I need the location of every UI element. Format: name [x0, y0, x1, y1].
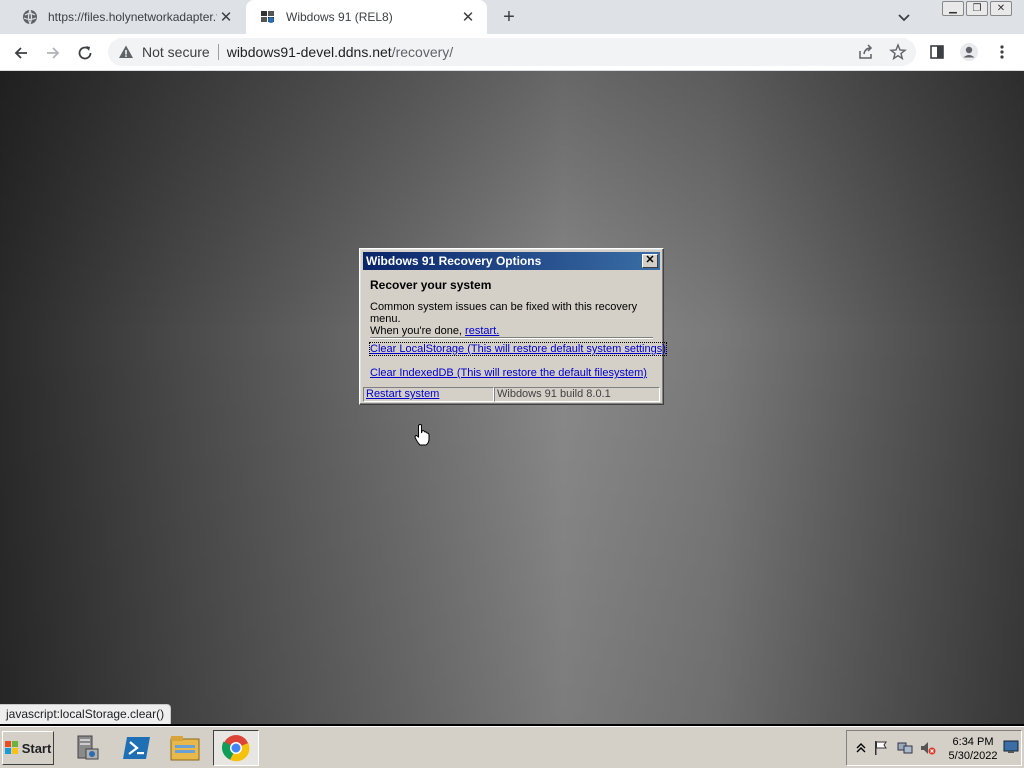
- forward-button[interactable]: [40, 40, 66, 66]
- url-path: /recovery/: [391, 44, 454, 60]
- clear-indexeddb-link[interactable]: Clear IndexedDB (This will restore the d…: [370, 367, 647, 379]
- dialog-title: Wibdows 91 Recovery Options: [366, 254, 542, 268]
- close-tab-icon[interactable]: ✕: [217, 8, 235, 26]
- reload-icon: [78, 46, 92, 60]
- side-panel-icon[interactable]: [926, 41, 948, 63]
- windows-taskbar: Start 6:34 PM 5/30/2022: [0, 726, 1024, 768]
- tab-strip: https://files.holynetworkadapter.fun ✕ W…: [0, 0, 1024, 34]
- profile-avatar-icon[interactable]: [958, 41, 980, 63]
- security-label[interactable]: Not secure: [142, 44, 210, 60]
- dialog-titlebar[interactable]: Wibdows 91 Recovery Options ✕: [363, 252, 660, 270]
- close-tab-icon[interactable]: ✕: [459, 8, 477, 26]
- window-controls: ▁ ❐ ✕: [942, 1, 1012, 16]
- wibdows-logo-icon: [260, 9, 276, 25]
- flag-icon[interactable]: [873, 740, 889, 756]
- system-tray: 6:34 PM 5/30/2022: [846, 730, 1022, 766]
- restore-button[interactable]: ❐: [966, 1, 988, 16]
- dialog-footer: Restart system Wibdows 91 build 8.0.1: [363, 387, 660, 402]
- volume-muted-icon[interactable]: [920, 740, 936, 756]
- new-tab-button[interactable]: +: [497, 6, 521, 28]
- address-bar[interactable]: Not secure wibdows91-devel.ddns.net/reco…: [108, 38, 916, 66]
- url-host: wibdows91-devel.ddns.net: [226, 44, 392, 60]
- tab-files[interactable]: https://files.holynetworkadapter.fun ✕: [8, 0, 245, 34]
- restart-system-link[interactable]: Restart system: [366, 388, 439, 400]
- dialog-close-button[interactable]: ✕: [642, 254, 658, 268]
- warning-icon[interactable]: [118, 44, 134, 60]
- dialog-divider: [370, 337, 653, 339]
- start-label: Start: [21, 740, 52, 756]
- clock[interactable]: 6:34 PM 5/30/2022: [943, 735, 1003, 763]
- back-arrow-icon: [14, 47, 27, 59]
- clock-date: 5/30/2022: [948, 750, 998, 762]
- build-info: Wibdows 91 build 8.0.1: [494, 387, 660, 402]
- recovery-dialog: Wibdows 91 Recovery Options ✕ Recover yo…: [359, 248, 667, 405]
- globe-icon: [22, 9, 38, 25]
- reload-button[interactable]: [72, 40, 98, 66]
- chevron-down-icon[interactable]: [895, 9, 913, 27]
- tab-title: Wibdows 91 (REL8): [286, 10, 393, 24]
- close-window-button[interactable]: ✕: [990, 1, 1012, 16]
- minimize-button[interactable]: ▁: [942, 1, 964, 16]
- start-button[interactable]: Start: [2, 731, 54, 765]
- forward-arrow-icon: [47, 47, 60, 59]
- status-bubble: javascript:localStorage.clear(): [0, 704, 172, 724]
- bookmark-star-icon[interactable]: [887, 41, 909, 63]
- clear-localstorage-link[interactable]: Clear LocalStorage (This will restore de…: [369, 342, 667, 356]
- show-desktop-icon[interactable]: [1003, 739, 1019, 755]
- show-hidden-icons-chevron-icon[interactable]: [853, 740, 869, 756]
- powershell-icon[interactable]: [114, 730, 160, 766]
- back-button[interactable]: [8, 40, 34, 66]
- windows-logo-icon: [4, 741, 18, 754]
- body-line-1: Common system issues can be fixed with t…: [370, 301, 638, 325]
- network-icon[interactable]: [897, 740, 913, 756]
- restart-link[interactable]: restart.: [465, 325, 499, 337]
- tab-title: https://files.holynetworkadapter.fun: [48, 10, 217, 24]
- body-line-2-text: When you're done,: [370, 325, 466, 337]
- server-manager-icon[interactable]: [64, 730, 110, 766]
- share-icon[interactable]: [855, 41, 877, 63]
- hand-pointer-icon: [414, 424, 430, 446]
- body-line-2: When you're done, restart.: [370, 325, 663, 337]
- clock-time: 6:34 PM: [952, 736, 994, 748]
- menu-dots-icon[interactable]: [991, 41, 1013, 63]
- footer-cell-restart: Restart system: [363, 387, 494, 402]
- divider: [217, 44, 219, 60]
- file-explorer-icon[interactable]: [162, 730, 208, 766]
- dialog-body: Common system issues can be fixed with t…: [370, 301, 663, 337]
- dialog-heading: Recover your system: [370, 278, 492, 292]
- tab-wibdows[interactable]: Wibdows 91 (REL8) ✕: [246, 0, 487, 34]
- chrome-icon[interactable]: [213, 730, 259, 766]
